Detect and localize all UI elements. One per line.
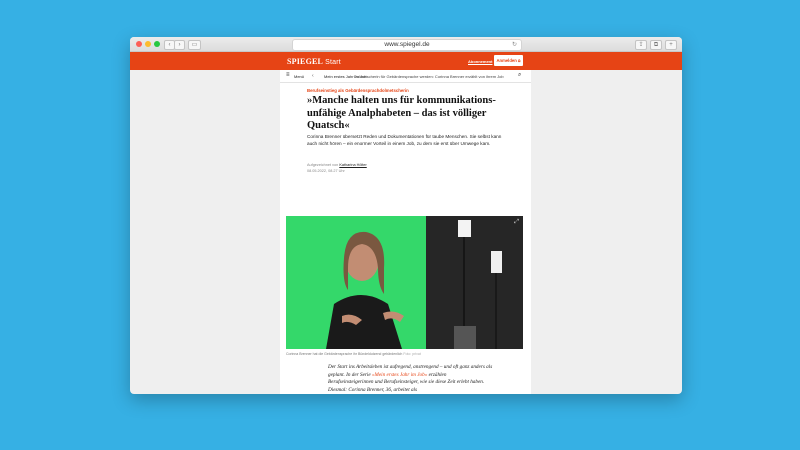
- byline-prefix: Aufgezeichnet von: [307, 163, 339, 167]
- caption-text: Corinna Brenner hat die Gebärdensprache …: [286, 352, 403, 356]
- search-icon[interactable]: ⌕: [518, 72, 521, 79]
- article-date: 08.05.2022, 08.27 Uhr: [307, 169, 345, 173]
- person-body: [326, 295, 402, 349]
- share-icon[interactable]: ⇪: [635, 40, 647, 50]
- series-link[interactable]: »Mein erstes Jahr im Job«: [372, 372, 427, 378]
- url-text: www.spiegel.de: [384, 41, 430, 48]
- photo-illustration: [326, 216, 523, 349]
- logo-text: SPIEGEL: [287, 57, 324, 66]
- address-bar[interactable]: www.spiegel.de ↻: [292, 39, 522, 51]
- photo-caption: Corinna Brenner hat die Gebärdensprache …: [286, 352, 421, 356]
- studio-light-top: [458, 220, 471, 237]
- article-byline: Aufgezeichnet von Katharina Hölter: [307, 163, 367, 167]
- new-tab-icon[interactable]: +: [665, 40, 677, 50]
- article-page: ≡ Menü ‹ Mein erstes Jahr im Job Dolmets…: [280, 70, 531, 394]
- site-header: SPIEGEL Start Abonnement Anmelden ⍝: [130, 52, 682, 70]
- forward-arrow-icon[interactable]: ›: [174, 40, 185, 50]
- abonnement-link[interactable]: Abonnement: [468, 59, 492, 64]
- user-icon: ⍝: [517, 58, 521, 63]
- hamburger-menu-icon[interactable]: ≡: [286, 72, 290, 78]
- close-window-button[interactable]: [136, 41, 142, 47]
- camera-equipment: [454, 326, 476, 349]
- logo-suffix: Start: [325, 59, 341, 66]
- login-label: Anmelden: [496, 58, 517, 63]
- breadcrumb-home[interactable]: ‹: [312, 73, 314, 79]
- article-headline: »Manche halten uns für kommunikations­un…: [307, 95, 496, 131]
- article-body: Der Start ins Arbeitsleben ist aufregend…: [328, 364, 493, 394]
- expand-icon[interactable]: ⤢: [514, 219, 519, 226]
- browser-titlebar: ‹ › ▭ www.spiegel.de ↻ ⇪ ⧉ +: [130, 37, 682, 52]
- reload-icon[interactable]: ↻: [512, 40, 517, 50]
- spiegel-logo[interactable]: SPIEGEL Start: [287, 57, 341, 66]
- author-link[interactable]: Katharina Hölter: [339, 163, 366, 167]
- article-kicker: Berufseinstieg als Gebärdensprachdolmets…: [307, 88, 409, 93]
- article-teaser: Corinna Brenner übersetzt Reden und Doku…: [307, 134, 502, 146]
- zoom-window-button[interactable]: [154, 41, 160, 47]
- browser-window: ‹ › ▭ www.spiegel.de ↻ ⇪ ⧉ + SPIEGEL Star…: [130, 37, 682, 394]
- article-photo[interactable]: ⤢: [286, 216, 523, 349]
- article-navbar: ≡ Menü ‹ Mein erstes Jahr im Job Dolmets…: [280, 70, 531, 83]
- photo-credit: Foto: privat: [403, 352, 421, 356]
- sidebar-toggle-icon[interactable]: ▭: [188, 40, 201, 50]
- login-button[interactable]: Anmelden ⍝: [494, 55, 523, 66]
- tabs-overview-icon[interactable]: ⧉: [650, 40, 662, 50]
- studio-light-right: [491, 251, 502, 273]
- breadcrumb-title: Dolmetscherin für Gebärdensprache werden…: [354, 74, 504, 79]
- minimize-window-button[interactable]: [145, 41, 151, 47]
- menu-label[interactable]: Menü: [294, 74, 304, 79]
